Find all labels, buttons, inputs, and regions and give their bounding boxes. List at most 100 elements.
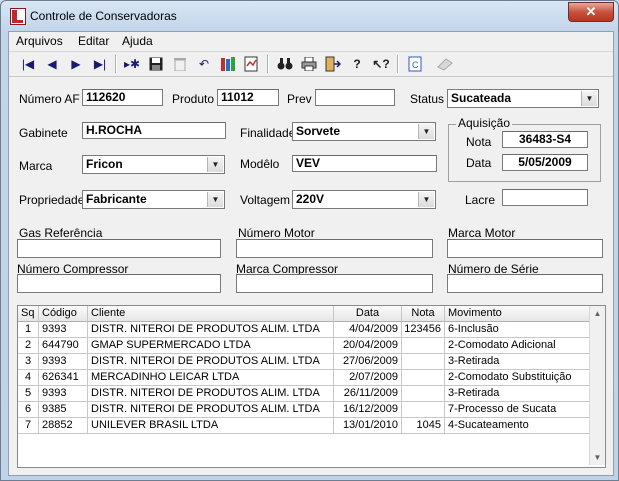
cell-movimento[interactable]: 2-Comodato Substituição (445, 370, 590, 386)
column-header-data[interactable]: Data (334, 306, 402, 322)
chevron-down-icon[interactable]: ▼ (418, 124, 434, 139)
lacre-field[interactable] (502, 189, 588, 206)
cell-data[interactable]: 20/04/2009 (334, 338, 402, 354)
numero-serie-field[interactable] (447, 274, 603, 293)
status-combo[interactable]: Sucateada ▼ (447, 89, 599, 108)
cell-sq[interactable]: 5 (18, 386, 39, 402)
cell-data[interactable]: 13/01/2010 (334, 418, 402, 434)
print-icon[interactable] (299, 54, 319, 74)
cell-codigo[interactable]: 9393 (39, 386, 88, 402)
exit-icon[interactable] (323, 54, 343, 74)
aquisicao-nota-field[interactable]: 36483-S4 (502, 131, 588, 148)
chevron-down-icon[interactable]: ▼ (207, 192, 223, 207)
scroll-up-icon[interactable]: ▲ (590, 306, 605, 321)
cell-nota[interactable]: 123456 (402, 322, 445, 338)
cell-sq[interactable]: 7 (18, 418, 39, 434)
column-header-codigo[interactable]: Código (39, 306, 88, 322)
cell-nota[interactable] (402, 370, 445, 386)
prev-field[interactable] (315, 89, 395, 106)
column-header-nota[interactable]: Nota (402, 306, 445, 322)
movements-grid[interactable]: Sq Código Cliente Data Nota Movimento 19… (17, 305, 606, 468)
context-help-icon[interactable]: ↖? (371, 54, 391, 74)
cell-nota[interactable] (402, 386, 445, 402)
cell-cliente[interactable]: MERCADINHO LEICAR LTDA (88, 370, 334, 386)
cell-codigo[interactable]: 9393 (39, 354, 88, 370)
copy-icon[interactable]: C (405, 54, 425, 74)
cell-data[interactable]: 16/12/2009 (334, 402, 402, 418)
gas-referencia-field[interactable] (17, 239, 221, 258)
cell-movimento[interactable]: 6-Inclusão (445, 322, 590, 338)
prev-record-icon[interactable]: ◀ (42, 54, 62, 74)
cell-nota[interactable] (402, 402, 445, 418)
produto-field[interactable]: 11012 (217, 89, 279, 106)
finalidade-combo[interactable]: Sorvete ▼ (292, 122, 436, 141)
report-icon[interactable] (242, 54, 262, 74)
chevron-down-icon[interactable]: ▼ (418, 192, 434, 207)
cell-cliente[interactable]: DISTR. NITEROI DE PRODUTOS ALIM. LTDA (88, 322, 334, 338)
delete-icon[interactable] (170, 54, 190, 74)
propriedade-combo[interactable]: Fabricante ▼ (82, 190, 225, 209)
marca-compressor-field[interactable] (236, 274, 433, 293)
cell-cliente[interactable]: DISTR. NITEROI DE PRODUTOS ALIM. LTDA (88, 386, 334, 402)
help-icon[interactable]: ? (347, 54, 367, 74)
scroll-down-icon[interactable]: ▼ (590, 450, 605, 465)
gas-referencia-label: Gas Referência (19, 226, 103, 240)
column-header-cliente[interactable]: Cliente (88, 306, 334, 322)
cell-sq[interactable]: 2 (18, 338, 39, 354)
column-header-movimento[interactable]: Movimento (445, 306, 590, 322)
cell-data[interactable]: 27/06/2009 (334, 354, 402, 370)
cell-cliente[interactable]: DISTR. NITEROI DE PRODUTOS ALIM. LTDA (88, 354, 334, 370)
books-icon[interactable] (218, 54, 238, 74)
app-icon[interactable] (10, 8, 26, 25)
cell-nota[interactable] (402, 338, 445, 354)
cell-cliente[interactable]: GMAP SUPERMERCADO LTDA (88, 338, 334, 354)
marca-motor-field[interactable] (447, 239, 603, 258)
close-button[interactable]: ✕ (568, 2, 614, 22)
grid-scrollbar[interactable]: ▲ ▼ (589, 306, 605, 465)
cell-cliente[interactable]: UNILEVER BRASIL LTDA (88, 418, 334, 434)
chevron-down-icon[interactable]: ▼ (581, 91, 597, 106)
cell-nota[interactable]: 1045 (402, 418, 445, 434)
menu-arquivos[interactable]: Arquivos (16, 34, 63, 48)
gabinete-field[interactable]: H.ROCHA (82, 122, 226, 139)
new-record-icon[interactable]: ▸✱ (122, 54, 142, 74)
aquisicao-data-field[interactable]: 5/05/2009 (502, 154, 588, 171)
column-header-sq[interactable]: Sq (18, 306, 39, 322)
modelo-field[interactable]: VEV (292, 155, 437, 172)
menu-editar[interactable]: Editar (78, 34, 109, 48)
cell-movimento[interactable]: 3-Retirada (445, 386, 590, 402)
cell-movimento[interactable]: 3-Retirada (445, 354, 590, 370)
voltagem-combo[interactable]: 220V ▼ (292, 190, 436, 209)
first-record-icon[interactable]: |◀ (18, 54, 38, 74)
eraser-icon[interactable] (435, 54, 455, 74)
chevron-down-icon[interactable]: ▼ (207, 157, 223, 172)
cell-sq[interactable]: 6 (18, 402, 39, 418)
numero-af-field[interactable]: 112620 (82, 89, 163, 106)
save-icon[interactable] (146, 54, 166, 74)
numero-compressor-field[interactable] (17, 274, 221, 293)
cell-codigo[interactable]: 9393 (39, 322, 88, 338)
cell-data[interactable]: 26/11/2009 (334, 386, 402, 402)
menu-ajuda[interactable]: Ajuda (122, 34, 153, 48)
cell-sq[interactable]: 3 (18, 354, 39, 370)
cell-codigo[interactable]: 626341 (39, 370, 88, 386)
cell-codigo[interactable]: 28852 (39, 418, 88, 434)
cell-data[interactable]: 2/07/2009 (334, 370, 402, 386)
undo-icon[interactable]: ↶ (194, 54, 214, 74)
title-bar[interactable]: Controle de Conservadoras ✕ (1, 1, 618, 31)
cell-nota[interactable] (402, 354, 445, 370)
cell-codigo[interactable]: 9385 (39, 402, 88, 418)
next-record-icon[interactable]: ▶ (66, 54, 86, 74)
cell-movimento[interactable]: 2-Comodato Adicional (445, 338, 590, 354)
binoculars-icon[interactable] (275, 54, 295, 74)
cell-codigo[interactable]: 644790 (39, 338, 88, 354)
cell-sq[interactable]: 1 (18, 322, 39, 338)
cell-movimento[interactable]: 4-Sucateamento (445, 418, 590, 434)
last-record-icon[interactable]: ▶| (90, 54, 110, 74)
cell-data[interactable]: 4/04/2009 (334, 322, 402, 338)
cell-cliente[interactable]: DISTR. NITEROI DE PRODUTOS ALIM. LTDA (88, 402, 334, 418)
marca-combo[interactable]: Fricon ▼ (82, 155, 225, 174)
cell-movimento[interactable]: 7-Processo de Sucata (445, 402, 590, 418)
numero-motor-field[interactable] (236, 239, 433, 258)
cell-sq[interactable]: 4 (18, 370, 39, 386)
